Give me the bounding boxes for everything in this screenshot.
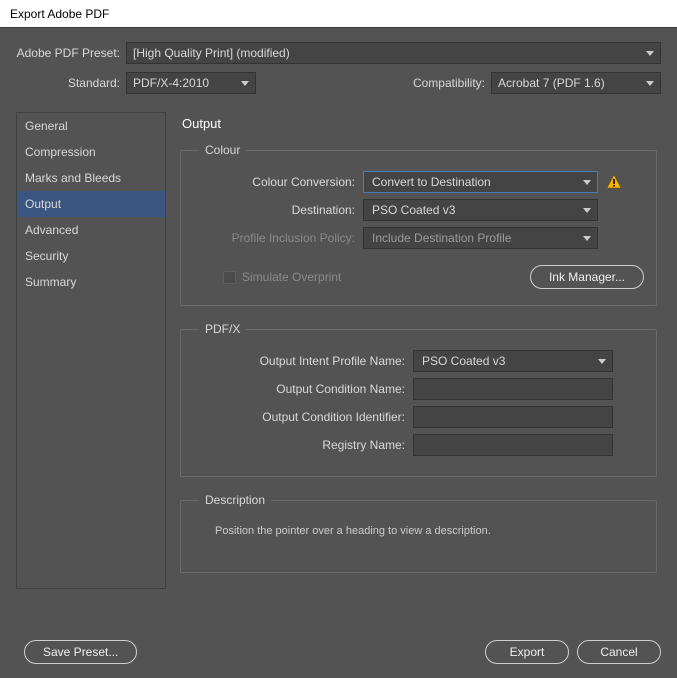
warning-icon — [606, 174, 622, 190]
compatibility-label: Compatibility: — [256, 76, 485, 90]
window-titlebar: Export Adobe PDF — [0, 0, 677, 28]
preset-select[interactable]: [High Quality Print] (modified) — [126, 42, 661, 64]
sidebar-item-general[interactable]: General — [17, 113, 165, 139]
profile-policy-label: Profile Inclusion Policy: — [193, 231, 363, 245]
top-options: Adobe PDF Preset: [High Quality Print] (… — [0, 28, 677, 112]
colour-group: Colour Colour Conversion: Convert to Des… — [180, 143, 657, 306]
sidebar-item-marks-bleeds[interactable]: Marks and Bleeds — [17, 165, 165, 191]
destination-select[interactable]: PSO Coated v3 — [363, 199, 598, 221]
pdfx-group: PDF/X Output Intent Profile Name: PSO Co… — [180, 322, 657, 477]
description-legend: Description — [199, 493, 271, 507]
cancel-button[interactable]: Cancel — [577, 640, 661, 664]
sidebar-item-security[interactable]: Security — [17, 243, 165, 269]
simulate-overprint-checkbox — [223, 271, 236, 284]
colour-conversion-select[interactable]: Convert to Destination — [363, 171, 598, 193]
export-button[interactable]: Export — [485, 640, 569, 664]
save-preset-button[interactable]: Save Preset... — [24, 640, 137, 664]
standard-select[interactable]: PDF/X-4:2010 — [126, 72, 256, 94]
ink-manager-button[interactable]: Ink Manager... — [530, 265, 644, 289]
output-condition-id-label: Output Condition Identifier: — [193, 410, 413, 424]
description-text: Position the pointer over a heading to v… — [193, 521, 644, 553]
colour-legend: Colour — [199, 143, 246, 157]
compatibility-select[interactable]: Acrobat 7 (PDF 1.6) — [491, 72, 661, 94]
simulate-overprint-label: Simulate Overprint — [242, 270, 530, 284]
dialog-footer: Save Preset... Export Cancel — [0, 626, 677, 678]
preset-label: Adobe PDF Preset: — [16, 46, 120, 60]
sidebar-item-summary[interactable]: Summary — [17, 269, 165, 295]
description-group: Description Position the pointer over a … — [180, 493, 657, 573]
sidebar-item-advanced[interactable]: Advanced — [17, 217, 165, 243]
registry-name-label: Registry Name: — [193, 438, 413, 452]
colour-conversion-label: Colour Conversion: — [193, 175, 363, 189]
output-intent-select[interactable]: PSO Coated v3 — [413, 350, 613, 372]
registry-name-input[interactable] — [413, 434, 613, 456]
sidebar-item-compression[interactable]: Compression — [17, 139, 165, 165]
sidebar-item-output[interactable]: Output — [17, 191, 165, 217]
destination-label: Destination: — [193, 203, 363, 217]
output-condition-id-input[interactable] — [413, 406, 613, 428]
profile-policy-select: Include Destination Profile — [363, 227, 598, 249]
standard-label: Standard: — [16, 76, 120, 90]
page-title: Output — [180, 112, 657, 143]
output-intent-label: Output Intent Profile Name: — [193, 354, 413, 368]
output-condition-name-label: Output Condition Name: — [193, 382, 413, 396]
output-condition-name-input[interactable] — [413, 378, 613, 400]
pdfx-legend: PDF/X — [199, 322, 246, 336]
category-sidebar: General Compression Marks and Bleeds Out… — [16, 112, 166, 589]
